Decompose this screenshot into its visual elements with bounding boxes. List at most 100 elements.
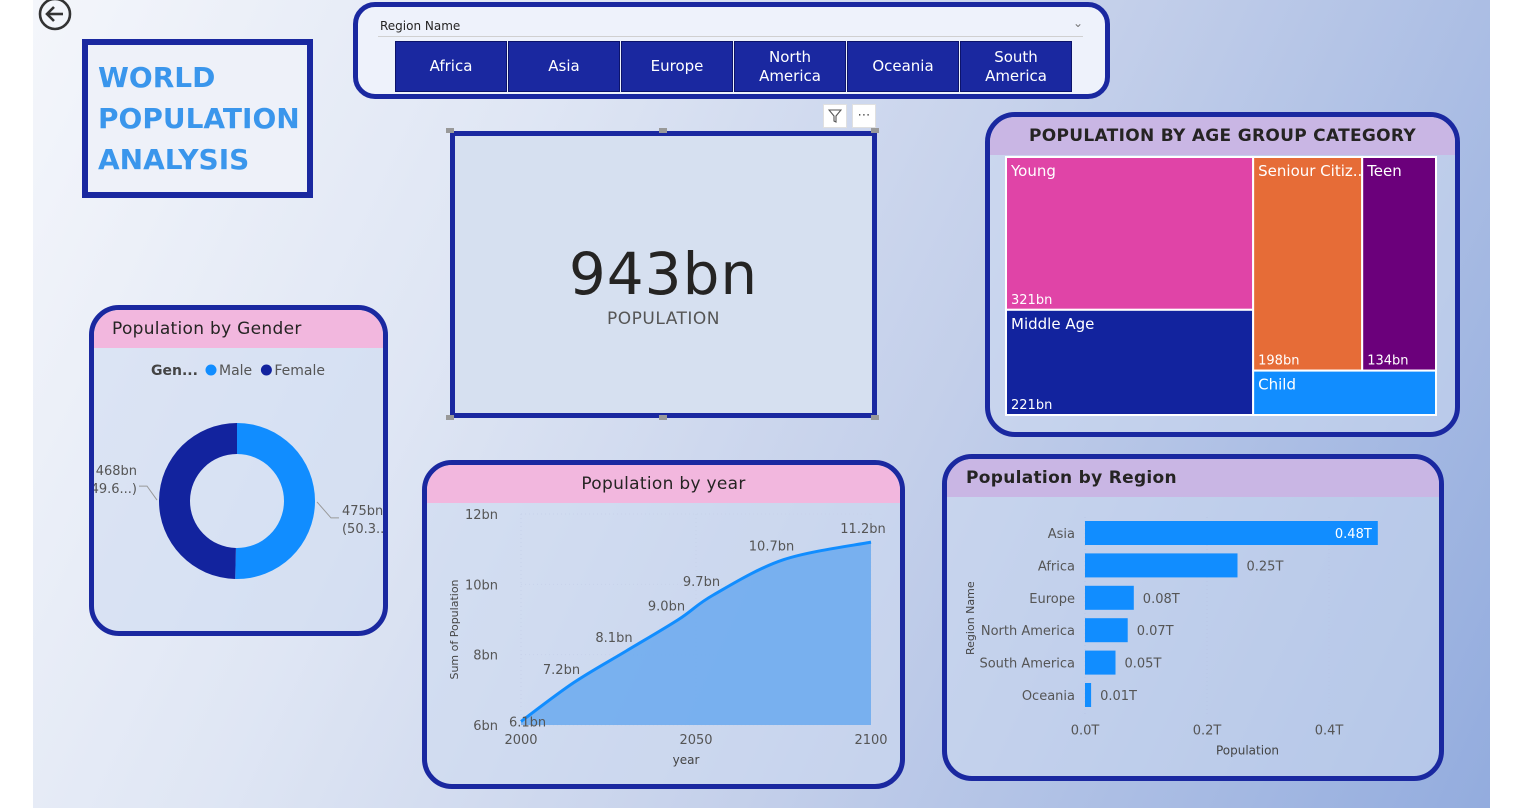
slice-pct-label: (49.6...) <box>94 482 137 497</box>
year-panel: Population by year 6bn 8bn 10bn 12bn 2000 205… <box>422 460 905 789</box>
age-group-panel: POPULATION BY AGE GROUP CATEGORY Young 32… <box>985 112 1460 437</box>
population-card[interactable]: 943bn POPULATION <box>450 131 877 418</box>
y-tick-label: 8bn <box>473 649 498 664</box>
bar-asia <box>1085 521 1378 545</box>
slicer-option-north-america[interactable]: North America <box>734 41 846 92</box>
resize-handle[interactable] <box>446 415 454 420</box>
treemap-cell-value: 221bn <box>1011 398 1052 413</box>
slicer-option-label: Asia <box>548 57 580 75</box>
treemap-cell-value: 321bn <box>1011 293 1052 308</box>
title-line-2: POPULATION <box>98 102 300 135</box>
donut-slice-male <box>235 423 316 579</box>
resize-handle[interactable] <box>659 128 667 133</box>
leader-line <box>139 485 158 501</box>
treemap-cell-label: Seniour Citiz... <box>1258 162 1367 180</box>
x-tick-label: 0.2T <box>1193 723 1222 738</box>
filter-icon[interactable] <box>823 104 847 128</box>
visual-header-tools: ⋯ <box>823 104 879 128</box>
x-tick-label: 2000 <box>504 733 537 748</box>
slicer-option-label: South <box>994 47 1038 66</box>
age-group-treemap: Young 321bn Middle Age 221bn Seniour Citiz..… <box>1005 156 1438 417</box>
bar-north-america <box>1085 618 1128 643</box>
bar-value-label: 0.48T <box>1335 527 1372 542</box>
treemap-cell-teen <box>1361 156 1438 372</box>
slicer-option-label: Africa <box>429 57 473 75</box>
data-label: 6.1bn <box>509 715 546 730</box>
x-axis-title: year <box>673 753 700 767</box>
legend-marker <box>260 364 272 376</box>
leader-line <box>316 501 339 519</box>
data-label: 9.0bn <box>648 600 685 615</box>
legend-title: Gen... <box>151 363 198 379</box>
slicer-option-asia[interactable]: Asia <box>508 41 620 92</box>
back-arrow-icon[interactable] <box>37 0 73 32</box>
chevron-down-icon[interactable]: ⌄ <box>1073 16 1083 30</box>
legend-item: Male <box>219 363 252 379</box>
bar-europe <box>1085 585 1134 610</box>
bar-value-label: 0.08T <box>1143 592 1180 607</box>
region-slicer[interactable]: Region Name ⌄ Africa Asia Europe North Am… <box>353 2 1110 99</box>
y-tick-label: 6bn <box>473 719 498 734</box>
slicer-label: Region Name <box>380 19 461 33</box>
x-tick-label: 0.0T <box>1071 723 1100 738</box>
treemap-cell-label: Child <box>1258 376 1296 394</box>
treemap-cell-seniour-citiz <box>1252 156 1364 372</box>
x-tick-label: 2050 <box>679 733 712 748</box>
treemap-cell-value: 198bn <box>1258 354 1299 369</box>
slice-pct-label: (50.3...) <box>342 522 383 537</box>
bar-oceania <box>1085 683 1092 707</box>
treemap-cell-label: Teen <box>1366 162 1402 180</box>
bar-value-label: 0.01T <box>1100 689 1137 704</box>
resize-handle[interactable] <box>871 128 879 133</box>
resize-handle[interactable] <box>446 128 454 133</box>
slicer-option-label: America <box>985 66 1047 85</box>
category-label: South America <box>979 657 1075 672</box>
kpi-label: POPULATION <box>607 309 720 329</box>
report-title: WORLD POPULATION ANALYSIS <box>82 39 313 198</box>
gender-donut-chart: Gen... Male Female 475bn (50.3...) 468bn (49.6… <box>94 363 383 579</box>
more-options-icon[interactable]: ⋯ <box>852 104 876 128</box>
data-label: 7.2bn <box>543 663 580 678</box>
category-label: Africa <box>1038 559 1075 574</box>
slicer-option-label: Oceania <box>872 57 934 75</box>
slicer-option-label: Europe <box>650 57 704 75</box>
data-label: 10.7bn <box>749 540 794 555</box>
title-line-3: ANALYSIS <box>98 143 250 176</box>
category-label: Asia <box>1048 527 1075 542</box>
slicer-option-label: America <box>759 66 821 85</box>
data-label: 8.1bn <box>595 631 632 646</box>
bar-value-label: 0.25T <box>1247 559 1284 574</box>
slicer-option-south-america[interactable]: South America <box>960 41 1072 92</box>
y-tick-label: 10bn <box>465 578 498 593</box>
resize-handle[interactable] <box>659 415 667 420</box>
treemap-cell-label: Middle Age <box>1011 315 1094 333</box>
slicer-option-oceania[interactable]: Oceania <box>847 41 959 92</box>
resize-handle[interactable] <box>871 415 879 420</box>
kpi-value: 943bn <box>568 240 759 308</box>
slicer-option-europe[interactable]: Europe <box>621 41 733 92</box>
bar-south-america <box>1085 650 1116 675</box>
area-fill <box>521 542 871 725</box>
x-tick-label: 2100 <box>854 733 887 748</box>
category-label: Europe <box>1029 592 1075 607</box>
slice-value-label: 468bn <box>96 464 137 479</box>
bar-value-label: 0.07T <box>1137 624 1174 639</box>
region-bar-chart: 0.0T 0.2T 0.4T Asia 0.48T Africa 0.25T Europe 0.… <box>964 517 1378 757</box>
bar-africa <box>1085 553 1238 578</box>
data-label: 11.2bn <box>840 522 885 537</box>
dashboard-canvas: WORLD POPULATION ANALYSIS Region Name ⌄ … <box>33 0 1490 808</box>
legend-marker <box>205 364 217 376</box>
slice-value-label: 475bn <box>342 504 383 519</box>
y-axis-title: Sum of Population <box>448 579 461 679</box>
title-line-1: WORLD <box>98 61 216 94</box>
treemap-cell-value: 134bn <box>1367 354 1408 369</box>
slicer-divider <box>378 36 1083 37</box>
x-tick-label: 0.4T <box>1315 723 1344 738</box>
bar-value-label: 0.05T <box>1125 657 1162 672</box>
legend-item: Female <box>274 363 325 379</box>
slicer-option-label: North <box>769 47 811 66</box>
slicer-option-africa[interactable]: Africa <box>395 41 507 92</box>
region-panel: Population by Region 0.0T 0.2T 0.4T Asia 0.4… <box>942 454 1444 781</box>
category-label: Oceania <box>1022 689 1075 704</box>
category-label: North America <box>981 624 1075 639</box>
